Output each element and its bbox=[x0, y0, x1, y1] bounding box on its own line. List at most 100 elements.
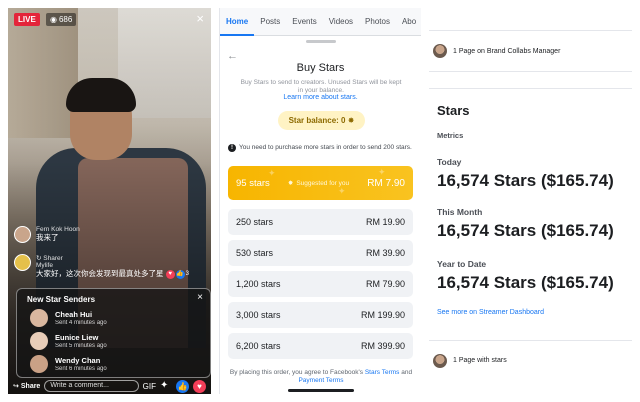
star-package[interactable]: 250 stars RM 19.90 bbox=[228, 209, 413, 235]
star-senders-title: New Star Senders bbox=[27, 295, 96, 304]
package-stars: 3,000 stars bbox=[236, 310, 281, 320]
comment-text: 大家好，这次你会发现到最真处多了星 bbox=[36, 269, 164, 278]
live-badge: LIVE bbox=[14, 13, 40, 26]
live-video-panel: LIVE ◉ 686 × Fern Kok Hoon 我来了 ↻ Sharer … bbox=[8, 8, 211, 394]
page-tabs: Home Posts Events Videos Photos Abo bbox=[220, 8, 421, 36]
purchase-notice-text: You need to purchase more stars in order… bbox=[239, 144, 412, 151]
star-package[interactable]: 6,200 stars RM 399.90 bbox=[228, 333, 413, 359]
share-icon: ↻ bbox=[36, 255, 42, 262]
package-stars: 250 stars bbox=[236, 217, 274, 227]
package-price: RM 7.90 bbox=[367, 177, 405, 189]
package-stars: 530 stars bbox=[236, 248, 274, 258]
star-sender-item[interactable]: Wendy Chan Sent 6 minutes ago bbox=[30, 355, 107, 373]
stars-terms-link[interactable]: Stars Terms bbox=[365, 369, 400, 376]
sender-name: Cheah Hui bbox=[55, 309, 93, 319]
period-value-today: 16,574 Stars ($165.74) bbox=[437, 171, 614, 190]
star-package[interactable]: 3,000 stars RM 199.90 bbox=[228, 302, 413, 328]
comment-author: Mylife bbox=[36, 262, 53, 269]
terms-prefix: By placing this order, you agree to Face… bbox=[229, 369, 364, 376]
home-indicator bbox=[288, 389, 354, 392]
comment-input[interactable]: Write a comment... bbox=[44, 380, 139, 392]
stars-stats-card: Stars Metrics Today 16,574 Stars ($165.7… bbox=[429, 88, 632, 334]
sender-name: Wendy Chan bbox=[55, 355, 101, 365]
avatar bbox=[433, 44, 447, 58]
package-price: RM 79.90 bbox=[365, 279, 405, 289]
eye-icon: ◉ bbox=[50, 15, 57, 24]
sender-name: Eunice Liew bbox=[55, 332, 99, 342]
tab-events[interactable]: Events bbox=[286, 8, 322, 36]
tab-posts[interactable]: Posts bbox=[254, 8, 286, 36]
info-icon: ! bbox=[228, 144, 236, 152]
star-balance-text: Star balance: 0 bbox=[288, 116, 346, 125]
avatar bbox=[30, 309, 48, 327]
back-arrow-icon[interactable]: ← bbox=[227, 50, 238, 62]
brand-collabs-text: 1 Page on Brand Collabs Manager bbox=[453, 47, 561, 55]
star-senders-panel: New Star Senders × Cheah Hui Sent 4 minu… bbox=[16, 288, 211, 378]
share-label: Share bbox=[20, 382, 41, 390]
streamer-dashboard-link[interactable]: See more on Streamer Dashboard bbox=[437, 309, 544, 316]
period-label-month: This Month bbox=[437, 207, 483, 217]
share-icon: ↪ bbox=[13, 383, 19, 390]
star-icon: ✸ bbox=[347, 116, 355, 125]
terms-and: and bbox=[401, 369, 413, 376]
sparkle-icon: ✦ bbox=[378, 167, 386, 177]
package-stars: 1,200 stars bbox=[236, 279, 281, 289]
learn-more-link[interactable]: Learn more about stars. bbox=[220, 94, 421, 101]
payment-terms-link[interactable]: Payment Terms bbox=[298, 377, 343, 384]
tab-home[interactable]: Home bbox=[220, 8, 255, 36]
star-package[interactable]: 1,200 stars RM 79.90 bbox=[228, 271, 413, 297]
close-icon[interactable]: × bbox=[197, 292, 203, 303]
avatar bbox=[30, 332, 48, 350]
star-package-featured[interactable]: ✦ ✦ ✦ 95 stars ✸ Suggested for you RM 7.… bbox=[228, 166, 413, 200]
star-sender-item[interactable]: Eunice Liew Sent 5 minutes ago bbox=[30, 332, 107, 350]
comment-item: ↻ Sharer Mylife 大家好，这次你会发现到最真处多了星 bbox=[14, 254, 164, 278]
star-sender-item[interactable]: Cheah Hui Sent 4 minutes ago bbox=[30, 309, 107, 327]
buy-stars-sheet: ← Buy Stars Buy Stars to send to creator… bbox=[220, 38, 421, 394]
comment-item: Fern Kok Hoon 我来了 bbox=[14, 226, 80, 243]
tab-photos[interactable]: Photos bbox=[359, 8, 396, 36]
period-label-ytd: Year to Date bbox=[437, 259, 487, 269]
buy-stars-title: Buy Stars bbox=[296, 62, 345, 74]
period-value-ytd: 16,574 Stars ($165.74) bbox=[437, 273, 614, 292]
heart-button[interactable]: ♥ bbox=[193, 379, 206, 393]
brand-collabs-row[interactable]: 1 Page on Brand Collabs Manager bbox=[429, 30, 632, 72]
package-price: RM 199.90 bbox=[360, 310, 405, 320]
reaction-count: 3 bbox=[185, 271, 189, 277]
star-icon[interactable]: ✦ bbox=[160, 380, 172, 392]
pages-with-stars-text: 1 Page with stars bbox=[453, 357, 507, 364]
package-stars: 6,200 stars bbox=[236, 341, 281, 351]
live-bottom-bar: ↪ Share Write a comment... GIF ✦ 👍 ♥ bbox=[8, 378, 211, 394]
like-button[interactable]: 👍 bbox=[176, 379, 189, 393]
star-icon: ✸ bbox=[287, 180, 294, 187]
pages-with-stars-row[interactable]: 1 Page with stars bbox=[429, 340, 632, 380]
like-icon: 👍 bbox=[175, 270, 185, 279]
gif-button[interactable]: GIF bbox=[143, 382, 156, 391]
close-icon[interactable]: × bbox=[196, 11, 204, 26]
terms-notice: By placing this order, you agree to Face… bbox=[228, 369, 414, 385]
avatar bbox=[30, 355, 48, 373]
buy-stars-subtitle: Buy Stars to send to creators. Unused St… bbox=[240, 79, 402, 94]
sparkle-icon: ✦ bbox=[268, 168, 276, 178]
share-button[interactable]: ↪ Share bbox=[13, 382, 41, 391]
tab-about[interactable]: Abo bbox=[396, 8, 421, 36]
star-package[interactable]: 530 stars RM 39.90 bbox=[228, 240, 413, 266]
avatar bbox=[14, 254, 31, 271]
heart-icon: ♥ bbox=[165, 270, 175, 279]
viewer-count: 686 bbox=[58, 15, 73, 24]
purchase-notice: ! You need to purchase more stars in ord… bbox=[228, 144, 418, 152]
sharer-label: Sharer bbox=[43, 255, 63, 262]
sparkle-icon: ✦ bbox=[338, 186, 346, 196]
period-label-today: Today bbox=[437, 157, 462, 167]
avatar bbox=[14, 226, 31, 243]
avatar bbox=[433, 353, 447, 368]
sender-time: Sent 6 minutes ago bbox=[55, 365, 107, 372]
stars-title: Stars bbox=[437, 103, 470, 118]
package-price: RM 399.90 bbox=[360, 341, 405, 351]
tab-videos[interactable]: Videos bbox=[323, 8, 359, 36]
sheet-grabber[interactable] bbox=[306, 40, 336, 43]
comment-text: 我来了 bbox=[36, 233, 59, 242]
sender-time: Sent 5 minutes ago bbox=[55, 342, 107, 349]
stars-stats-panel: 1 Page on Brand Collabs Manager Stars Me… bbox=[429, 8, 632, 394]
metrics-label: Metrics bbox=[437, 131, 464, 140]
comment-badge: ↻ Sharer bbox=[36, 254, 164, 262]
